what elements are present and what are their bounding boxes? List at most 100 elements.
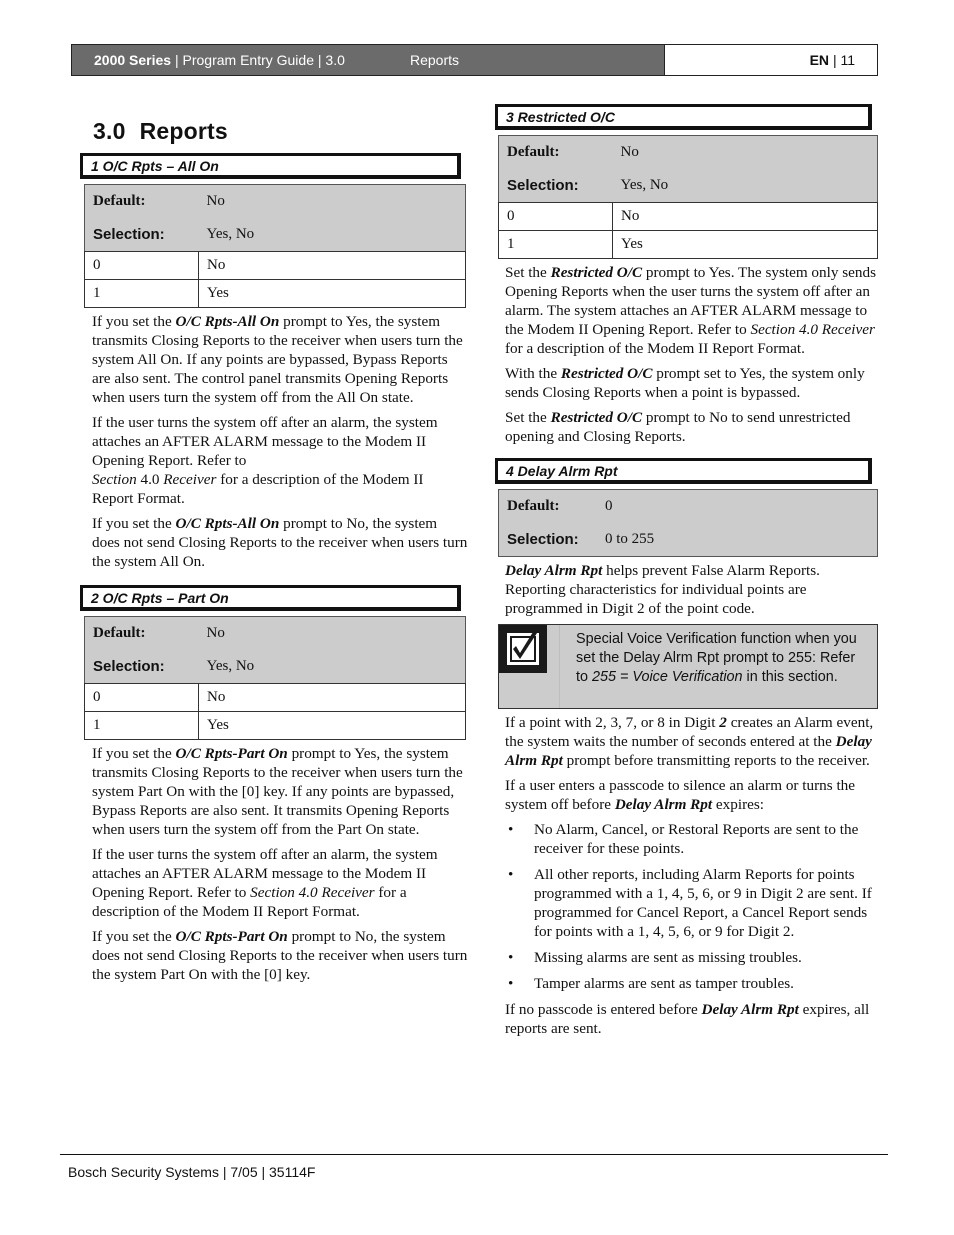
selection-row: Selection: Yes, No [84,218,466,252]
default-row: Default: 0 [498,489,878,523]
paragraph: If the user turns the system off after a… [92,846,438,920]
section-heading-2: 2 O/C Rpts – Part On [80,585,461,611]
note-text: Special Voice Verification function when… [576,631,857,685]
section-heading-1: 1 O/C Rpts – All On [80,153,461,179]
option-row: 1 Yes [84,279,466,308]
option-code: 0 [84,683,199,712]
option-code: 0 [498,202,613,231]
page-footer: Bosch Security Systems | 7/05 | 35114F [68,1164,316,1180]
paragraph: Delay Alrm Rpt helps prevent False Alarm… [505,562,820,617]
header-doc-title: 2000 Series | Program Entry Guide | 3.0 [94,45,345,75]
prompt-name: O/C Rpts-All On [175,515,280,532]
option-row: 0 No [84,683,466,712]
default-row: Default: No [84,184,466,218]
header-lang: EN [809,52,830,68]
paragraph: If you set the O/C Rpts-Part On prompt t… [92,745,463,838]
page-title: 3.0 Reports [93,118,468,145]
page-header-bar: 2000 Series | Program Entry Guide | 3.0 … [71,44,665,76]
default-value: 0 [597,489,878,523]
cross-reference: Receiver [163,471,217,488]
cross-reference: Section 4.0 Receiver [250,884,375,901]
paragraph: If no passcode is entered before Delay A… [505,1001,870,1037]
default-label: Default: [498,489,597,523]
default-value: No [612,135,878,169]
paragraph: If a point with 2, 3, 7, or 8 in Digit 2… [505,714,874,769]
bullet-item: Tamper alarms are sent as tamper trouble… [498,974,880,993]
option-code: 0 [84,251,199,280]
options-table-2: Default: No Selection: Yes, No 0 No 1 Ye… [84,616,466,740]
prompt-name: Restricted O/C [550,409,643,426]
prompt-name: O/C Rpts-Part On [175,928,288,945]
option-label: No [198,251,466,280]
selection-row: Selection: Yes, No [84,650,466,684]
default-label: Default: [84,184,199,218]
options-table-3: Default: No Selection: Yes, No 0 No 1 Ye… [498,135,878,259]
selection-label: Selection: [498,169,613,203]
option-label: Yes [198,279,466,308]
page-header-number: EN | 11 [664,44,878,76]
paragraph: If you set the O/C Rpts-All On prompt to… [92,313,463,406]
left-column: 3.0 Reports 1 O/C Rpts – All On Default: … [80,112,468,990]
option-code: 1 [84,279,199,308]
paragraph: With the Restricted O/C prompt set to Ye… [505,365,865,401]
default-label: Default: [498,135,613,169]
selection-label: Selection: [498,523,597,557]
prompt-name: Restricted O/C [560,365,653,382]
prompt-name: Delay Alrm Rpt [505,562,603,579]
title-text: Reports [139,118,228,144]
paragraph: If the user turns the system off after a… [92,414,438,507]
option-label: No [612,202,878,231]
option-label: Yes [612,230,878,259]
section-heading-3: 3 Restricted O/C [495,104,872,130]
option-label: Yes [198,711,466,740]
option-row: 0 No [498,202,878,231]
prompt-name: Restricted O/C [550,264,643,281]
default-row: Default: No [84,616,466,650]
paragraph: If a user enters a passcode to silence a… [505,777,856,813]
cross-reference: Section [92,471,137,488]
bullet-list: No Alarm, Cancel, or Restoral Reports ar… [498,820,880,993]
selection-row: Selection: 0 to 255 [498,523,878,557]
paragraph: If you set the O/C Rpts-All On prompt to… [92,515,468,570]
header-section: Reports [410,52,460,68]
note-box: Special Voice Verification function when… [498,624,878,709]
header-series: 2000 Series [94,52,172,68]
selection-row: Selection: Yes, No [498,169,878,203]
option-row: 1 Yes [84,711,466,740]
cross-reference: 255 = Voice Verification [592,669,743,685]
paragraph: Set the Restricted O/C prompt to No to s… [505,409,851,445]
bullet-item: All other reports, including Alarm Repor… [498,865,880,941]
options-table-1: Default: No Selection: Yes, No 0 No 1 Ye… [84,184,466,308]
selection-label: Selection: [84,650,199,684]
prompt-name: Delay Alrm Rpt [701,1001,799,1018]
options-table-4: Default: 0 Selection: 0 to 255 [498,489,878,557]
selection-value: 0 to 255 [597,523,878,557]
default-value: No [198,184,466,218]
checkbox-check-icon [499,625,547,673]
selection-value: Yes, No [198,218,466,252]
selection-value: Yes, No [198,650,466,684]
footer-divider [60,1154,888,1155]
header-page-number: | 11 [832,52,855,68]
default-row: Default: No [498,135,878,169]
prompt-name: O/C Rpts-All On [175,313,280,330]
option-code: 1 [498,230,613,259]
selection-value: Yes, No [612,169,878,203]
prompt-name: O/C Rpts-Part On [175,745,288,762]
default-value: No [198,616,466,650]
header-guide: | Program Entry Guide | 3.0 [174,52,345,68]
selection-label: Selection: [84,218,199,252]
paragraph: If you set the O/C Rpts-Part On prompt t… [92,928,468,983]
bullet-item: No Alarm, Cancel, or Restoral Reports ar… [498,820,880,858]
option-row: 0 No [84,251,466,280]
prompt-name: Delay Alrm Rpt [614,796,713,813]
right-column: 3 Restricted O/C Default: No Selection: … [495,104,880,1044]
digit-emphasis: 2 [719,714,727,731]
cross-reference: Section 4.0 Receiver [750,321,875,338]
paragraph: Set the Restricted O/C prompt to Yes. Th… [505,264,876,357]
default-label: Default: [84,616,199,650]
section-heading-4: 4 Delay Alrm Rpt [495,458,872,484]
option-code: 1 [84,711,199,740]
title-number: 3.0 [93,118,126,144]
option-row: 1 Yes [498,230,878,259]
